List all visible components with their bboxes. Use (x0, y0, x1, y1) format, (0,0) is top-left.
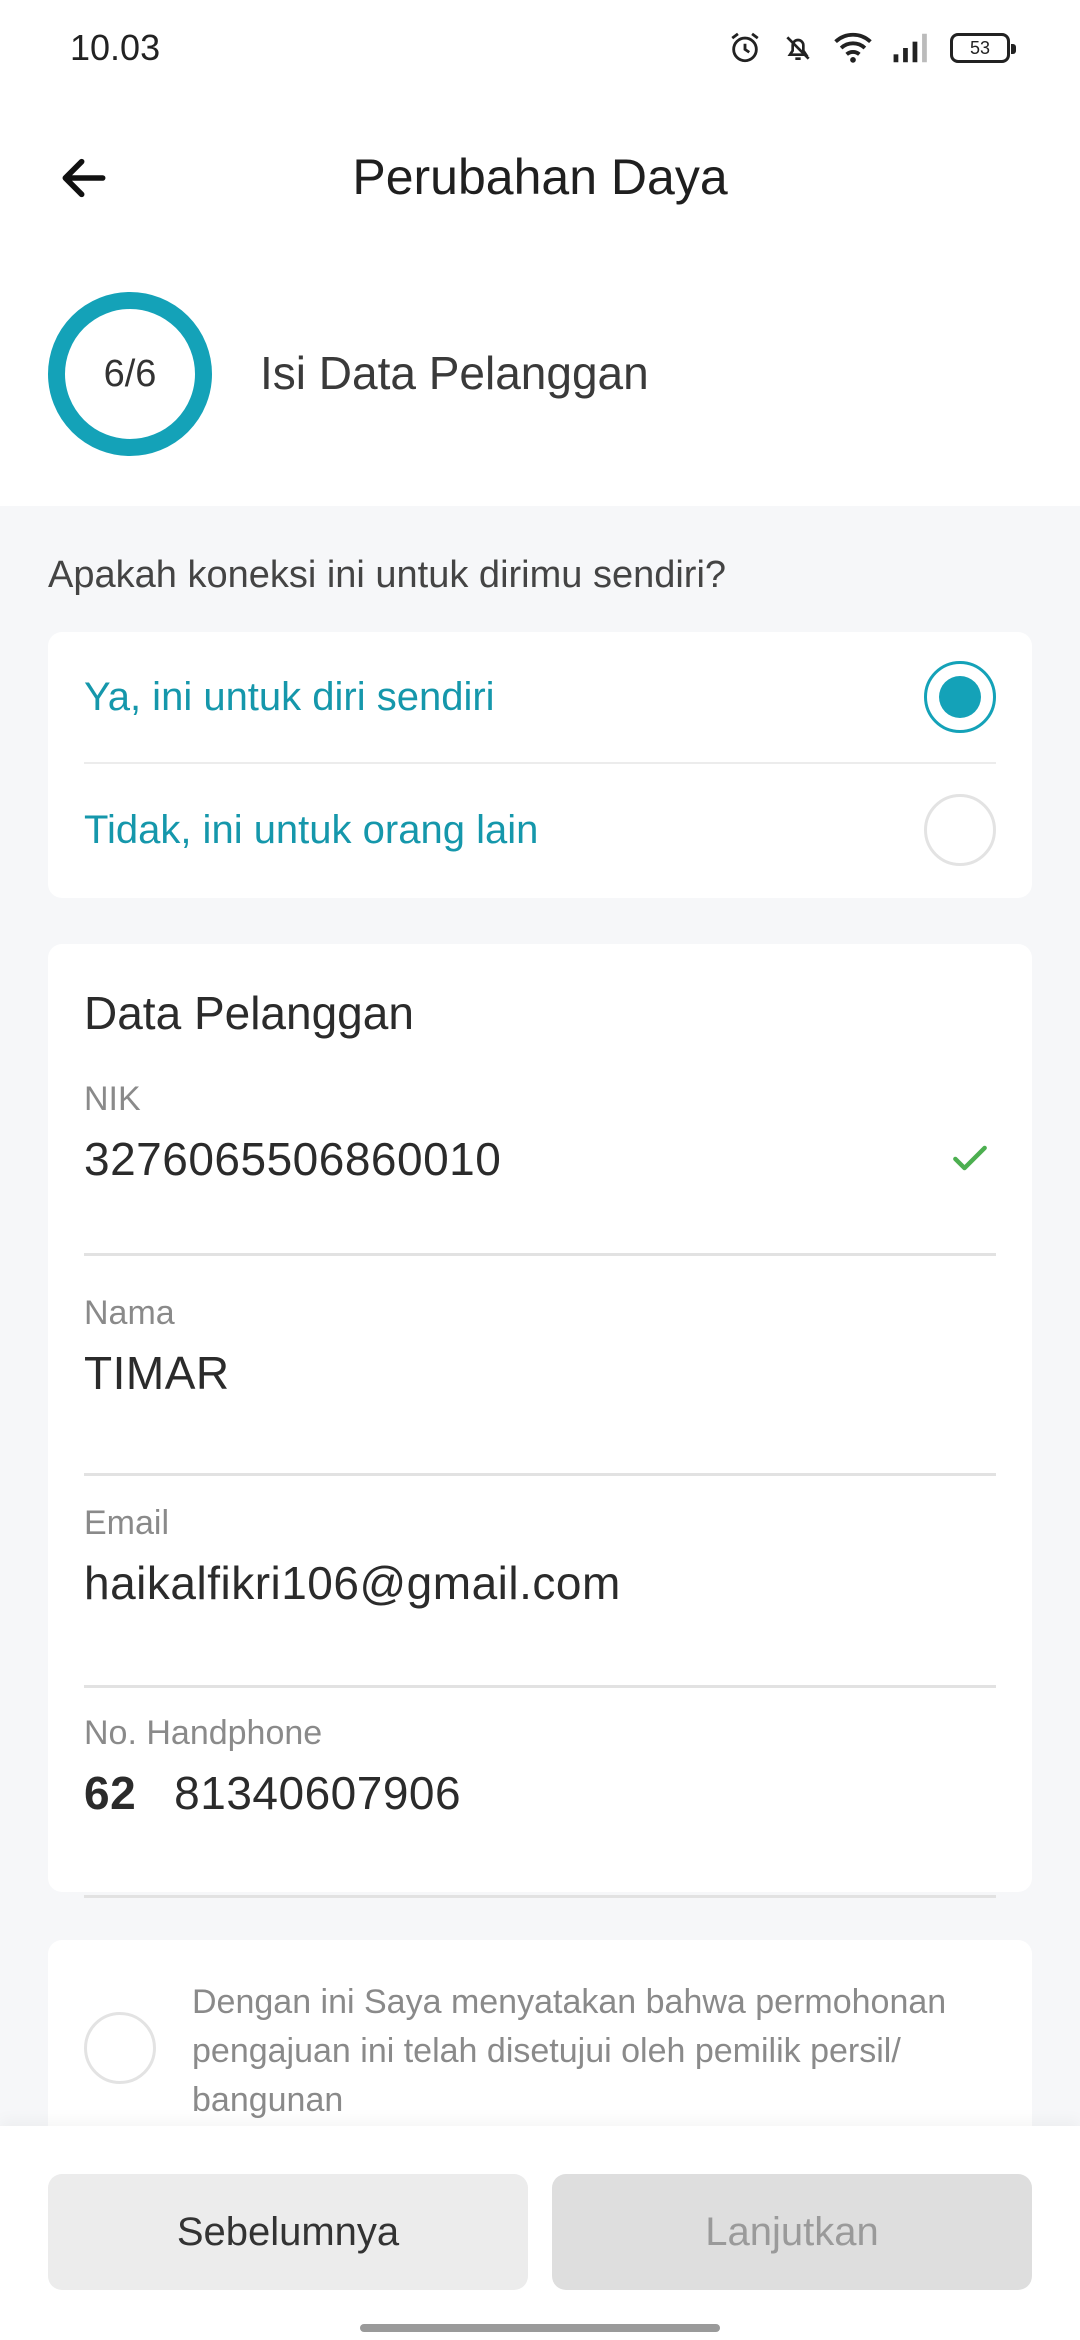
option-self-label: Ya, ini untuk diri sendiri (84, 674, 495, 719)
step-label: Isi Data Pelanggan (260, 347, 649, 399)
next-button[interactable]: Lanjutkan (552, 2174, 1032, 2290)
bottom-action-bar: Sebelumnya Lanjutkan (0, 2126, 1080, 2340)
phone-value-row[interactable]: 62 81340607906 (84, 1766, 461, 1820)
phone-field[interactable]: No. Handphone 62 81340607906 (84, 1714, 996, 1898)
nik-field[interactable]: NIK 3276065506860010 (84, 1080, 996, 1256)
email-field[interactable]: Email haikalfikri106@gmail.com (84, 1504, 996, 1688)
step-progress-text: 6/6 (103, 352, 157, 395)
page-title: Perubahan Daya (352, 149, 728, 205)
wifi-icon (834, 32, 872, 63)
step-progress: 6/6 Isi Data Pelanggan (0, 266, 1080, 506)
alarm-icon (731, 32, 759, 63)
agreement-text: Dengan ini Saya menyatakan bahwa permoho… (192, 1983, 947, 2119)
nik-label: NIK (84, 1080, 141, 1118)
status-icons: 53 (728, 31, 1016, 65)
email-label: Email (84, 1504, 170, 1542)
option-other[interactable]: Tidak, ini untuk orang lain (84, 764, 996, 896)
phone-number[interactable]: 81340607906 (174, 1767, 461, 1819)
status-bar: 10.03 53 (0, 0, 1080, 96)
customer-data-card: Data Pelanggan NIK 3276065506860010 Nama… (48, 944, 1032, 1898)
connection-question: Apakah koneksi ini untuk dirimu sendiri? (48, 554, 727, 596)
nik-value[interactable]: 3276065506860010 (84, 1132, 501, 1186)
status-time: 10.03 (70, 27, 161, 68)
email-value[interactable]: haikalfikri106@gmail.com (84, 1556, 621, 1610)
phone-country-code: 62 (84, 1767, 137, 1819)
home-indicator[interactable] (360, 2324, 720, 2332)
connection-options-card: Ya, ini untuk diri sendiri Tidak, ini un… (48, 632, 1032, 898)
section-title: Data Pelanggan (84, 987, 414, 1039)
option-other-radio[interactable] (924, 794, 996, 866)
agreement-checkbox[interactable] (84, 2012, 156, 2084)
option-self-radio[interactable] (924, 661, 996, 733)
nama-value[interactable]: TIMAR (84, 1346, 230, 1400)
option-other-label: Tidak, ini untuk orang lain (84, 807, 539, 852)
phone-label: No. Handphone (84, 1714, 323, 1752)
option-self[interactable]: Ya, ini untuk diri sendiri (84, 632, 996, 764)
nama-field[interactable]: Nama TIMAR (84, 1294, 996, 1476)
step-progress-ring: 6/6 (48, 292, 212, 456)
battery-level: 53 (969, 37, 991, 58)
previous-button[interactable]: Sebelumnya (48, 2174, 528, 2290)
app-header: Perubahan Daya (0, 96, 1080, 266)
nama-label: Nama (84, 1294, 175, 1332)
check-icon (953, 1145, 987, 1171)
battery-icon: 53 (950, 33, 1016, 63)
signal-icon (893, 33, 927, 63)
mute-bell-icon (786, 36, 810, 60)
